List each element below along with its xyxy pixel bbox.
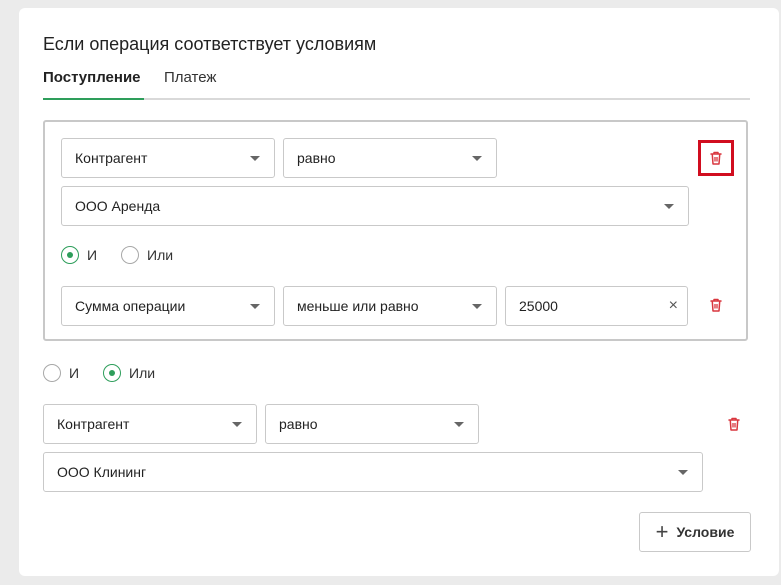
active-tab-indicator	[43, 98, 144, 100]
trash-icon	[710, 298, 722, 312]
field-select-2-value: Сумма операции	[75, 298, 186, 314]
amount-input[interactable]: 25000 ×	[505, 286, 688, 326]
value-select-3[interactable]: ООО Клининг	[43, 452, 703, 492]
chevron-down-icon	[678, 470, 688, 475]
value-select-1-value: ООО Аренда	[75, 198, 161, 214]
delete-condition-button-2[interactable]	[708, 297, 724, 318]
chevron-down-icon	[250, 156, 260, 161]
operator-select-1[interactable]: равно	[283, 138, 497, 178]
add-condition-label: Условие	[676, 524, 735, 540]
page-title: Если операция соответствует условиям	[43, 34, 377, 54]
field-select-2[interactable]: Сумма операции	[61, 286, 275, 326]
operator-select-3[interactable]: равно	[265, 404, 479, 444]
chevron-down-icon	[472, 304, 482, 309]
field-select-1[interactable]: Контрагент	[61, 138, 275, 178]
field-select-3-value: Контрагент	[57, 416, 130, 432]
group-logic-and-radio[interactable]: И	[61, 246, 97, 264]
outer-logic-and-label: И	[69, 365, 80, 381]
tab-payment[interactable]: Платеж	[164, 69, 216, 86]
radio-unchecked-icon	[43, 364, 61, 382]
trash-icon	[710, 151, 722, 165]
outer-logic-or-radio[interactable]: Или	[103, 364, 155, 382]
radio-unchecked-icon	[121, 246, 139, 264]
outer-logic-or-label: Или	[129, 365, 156, 381]
operator-select-2[interactable]: меньше или равно	[283, 286, 497, 326]
chevron-down-icon	[250, 304, 260, 309]
group-logic-or-label: Или	[147, 247, 174, 263]
tabs-divider	[43, 98, 750, 100]
clear-icon[interactable]: ×	[669, 297, 678, 315]
value-select-3-value: ООО Клининг	[57, 464, 147, 480]
outer-logic-and-radio[interactable]: И	[43, 364, 79, 382]
field-select-1-value: Контрагент	[75, 150, 148, 166]
operator-select-1-value: равно	[297, 150, 336, 166]
add-condition-button[interactable]: + Условие	[639, 512, 751, 552]
field-select-3[interactable]: Контрагент	[43, 404, 257, 444]
trash-icon	[728, 417, 740, 431]
value-select-1[interactable]: ООО Аренда	[61, 186, 689, 226]
chevron-down-icon	[664, 204, 674, 209]
radio-checked-icon	[61, 246, 79, 264]
plus-icon: +	[655, 519, 669, 544]
chevron-down-icon	[472, 156, 482, 161]
tab-income[interactable]: Поступление	[43, 69, 141, 86]
delete-group-button[interactable]	[698, 140, 734, 176]
radio-checked-icon	[103, 364, 121, 382]
chevron-down-icon	[232, 422, 242, 427]
group-logic-or-radio[interactable]: Или	[121, 246, 173, 264]
group-logic-and-label: И	[87, 247, 98, 263]
amount-input-value: 25000	[519, 298, 558, 314]
chevron-down-icon	[454, 422, 464, 427]
delete-condition-button-3[interactable]	[726, 416, 742, 437]
operator-select-3-value: равно	[279, 416, 318, 432]
operator-select-2-value: меньше или равно	[297, 298, 419, 314]
